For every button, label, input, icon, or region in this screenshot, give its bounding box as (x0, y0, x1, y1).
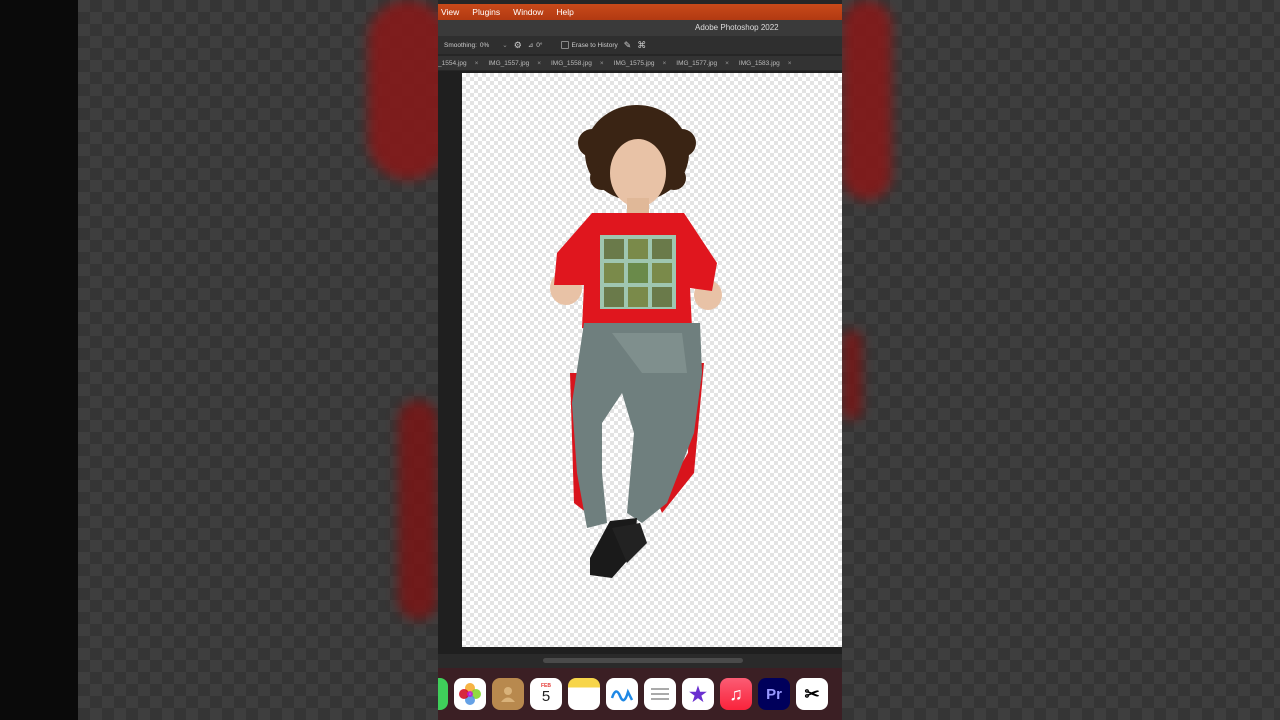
blurred-background-right (842, 0, 1280, 720)
blurred-background-left (78, 0, 448, 720)
menu-bar: View Plugins Window Help (438, 4, 842, 20)
symmetry-icon[interactable]: ⌘ (637, 40, 646, 51)
smoothing-label: Smoothing: (444, 41, 477, 49)
smoothing-control[interactable]: Smoothing: 0% ⌄ (444, 41, 508, 50)
menu-help[interactable]: Help (556, 7, 573, 17)
messages-icon[interactable] (438, 678, 448, 710)
menu-view[interactable]: View (441, 7, 459, 17)
capcut-icon[interactable]: ✂ (796, 678, 828, 710)
document-tabs: _1554.jpg × IMG_1557.jpg × IMG_1558.jpg × I… (438, 56, 842, 70)
photos-icon[interactable] (454, 678, 486, 710)
erase-history-checkbox[interactable] (560, 41, 569, 49)
calendar-day: 5 (541, 688, 551, 705)
gear-icon[interactable]: ⚙ (514, 40, 522, 51)
tab-doc[interactable]: IMG_1558.jpg × (551, 60, 604, 67)
tab-doc[interactable]: IMG_1583.jpg × (739, 60, 792, 67)
menu-window[interactable]: Window (513, 7, 543, 17)
freeform-icon[interactable] (606, 678, 638, 710)
erase-history-toggle[interactable]: Erase to History (560, 41, 618, 49)
document-canvas[interactable] (462, 73, 842, 647)
screen-recording: View Plugins Window Help Adobe Photoshop… (438, 0, 842, 720)
erase-history-label: Erase to History (571, 41, 618, 49)
premiere-label: Pr (766, 685, 782, 703)
angle-value[interactable]: 0° (536, 42, 542, 49)
close-icon: × (725, 59, 729, 67)
close-icon: × (474, 59, 479, 67)
tab-doc[interactable]: IMG_1575.jpg × (614, 60, 667, 67)
tab-doc[interactable]: IMG_1557.jpg × (488, 60, 541, 67)
workspace (438, 71, 842, 654)
close-icon: × (662, 59, 667, 67)
pressure-icon[interactable]: ✎ (624, 40, 632, 51)
notes-icon[interactable] (568, 678, 600, 710)
close-icon: × (599, 59, 604, 67)
angle-icon: ⊿ (527, 42, 534, 49)
tab-doc[interactable]: _1554.jpg × (438, 60, 478, 67)
child-cutout-image (550, 105, 722, 578)
imovie-icon[interactable]: ★ (682, 678, 714, 710)
calendar-icon[interactable]: FEB 5 (530, 678, 562, 710)
menu-plugins[interactable]: Plugins (472, 7, 500, 17)
horizontal-scrollbar[interactable] (438, 654, 842, 668)
contacts-icon[interactable] (492, 678, 524, 710)
black-margin (0, 0, 78, 720)
premiere-pro-icon[interactable]: Pr (758, 678, 790, 710)
close-icon: × (787, 59, 792, 67)
options-bar: Smoothing: 0% ⌄ ⚙ ⊿ 0° Erase to History … (438, 36, 842, 54)
dock: FEB 5 ★ ♫ Pr ✂ (438, 668, 842, 720)
tab-doc[interactable]: IMG_1577.jpg × (676, 60, 729, 67)
reminders-icon[interactable] (644, 678, 676, 710)
music-icon[interactable]: ♫ (720, 678, 752, 710)
close-icon: × (537, 59, 541, 67)
angle-control[interactable]: ⊿ 0° (527, 41, 543, 50)
chevron-down-icon[interactable]: ⌄ (502, 41, 507, 49)
scrollbar-thumb[interactable] (543, 658, 743, 663)
title-bar: Adobe Photoshop 2022 (438, 20, 842, 36)
smoothing-value[interactable]: 0% (480, 42, 489, 49)
app-title: Adobe Photoshop 2022 (695, 23, 779, 32)
